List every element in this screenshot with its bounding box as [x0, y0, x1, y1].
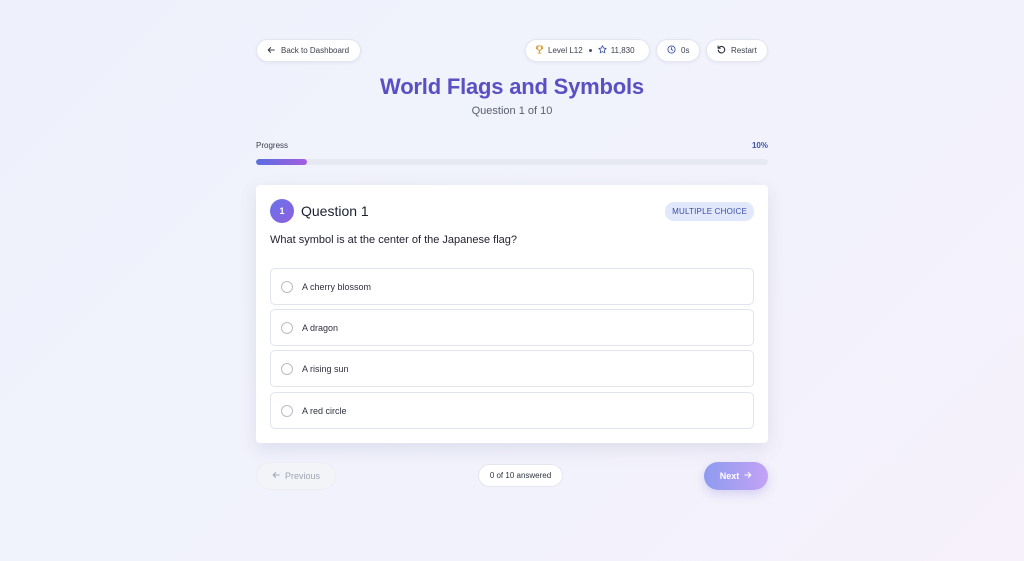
restart-icon: [717, 45, 726, 56]
answer-option[interactable]: A dragon: [270, 309, 754, 346]
option-label: A cherry blossom: [302, 281, 372, 292]
progress-percent: 10%: [751, 141, 768, 150]
star-icon: [598, 45, 607, 56]
radio-button[interactable]: [281, 362, 293, 375]
arrow-right-icon: [744, 471, 752, 481]
top-bar: Back to Dashboard Level L12 11,830 0s Re…: [256, 39, 768, 62]
answer-option[interactable]: A rising sun: [270, 350, 754, 387]
clock-icon: [667, 45, 676, 56]
answered-count-badge: 0 of 10 answered: [478, 464, 563, 487]
arrow-left-icon: [272, 471, 280, 481]
question-text: What symbol is at the center of the Japa…: [270, 234, 518, 246]
question-card: 1 Question 1 MULTIPLE CHOICE What symbol…: [256, 185, 768, 443]
previous-label: Previous: [284, 471, 320, 481]
points-text: 11,830: [610, 46, 635, 55]
progress-bar: [256, 159, 768, 165]
question-type-badge: MULTIPLE CHOICE: [665, 202, 754, 221]
restart-button[interactable]: Restart: [706, 39, 768, 62]
answer-option[interactable]: A cherry blossom: [270, 268, 754, 305]
separator-dot: [588, 49, 592, 52]
level-points-badge: Level L12 11,830: [525, 39, 650, 62]
level-text: Level L12: [548, 46, 583, 55]
next-label: Next: [719, 471, 740, 481]
option-label: A rising sun: [302, 363, 349, 374]
restart-label: Restart: [731, 46, 757, 55]
question-number-badge: 1: [270, 199, 294, 223]
next-button[interactable]: Next: [704, 462, 768, 490]
option-label: A dragon: [302, 322, 339, 333]
progress-label: Progress: [256, 141, 289, 150]
quiz-title: World Flags and Symbols: [380, 74, 644, 99]
radio-button[interactable]: [281, 404, 293, 417]
radio-button[interactable]: [281, 321, 293, 334]
timer-badge: 0s: [656, 39, 700, 62]
back-to-dashboard-button[interactable]: Back to Dashboard: [256, 39, 361, 62]
arrow-left-icon: [267, 46, 275, 56]
back-to-dashboard-label: Back to Dashboard: [281, 46, 350, 55]
timer-text: 0s: [681, 46, 690, 55]
previous-button[interactable]: Previous: [256, 462, 336, 490]
question-title: Question 1: [301, 203, 369, 219]
answer-option[interactable]: A red circle: [270, 392, 754, 429]
progress-fill: [256, 159, 308, 165]
trophy-icon: [535, 45, 544, 56]
radio-button[interactable]: [281, 280, 293, 293]
question-counter: Question 1 of 10: [471, 105, 553, 117]
option-label: A red circle: [302, 405, 347, 416]
